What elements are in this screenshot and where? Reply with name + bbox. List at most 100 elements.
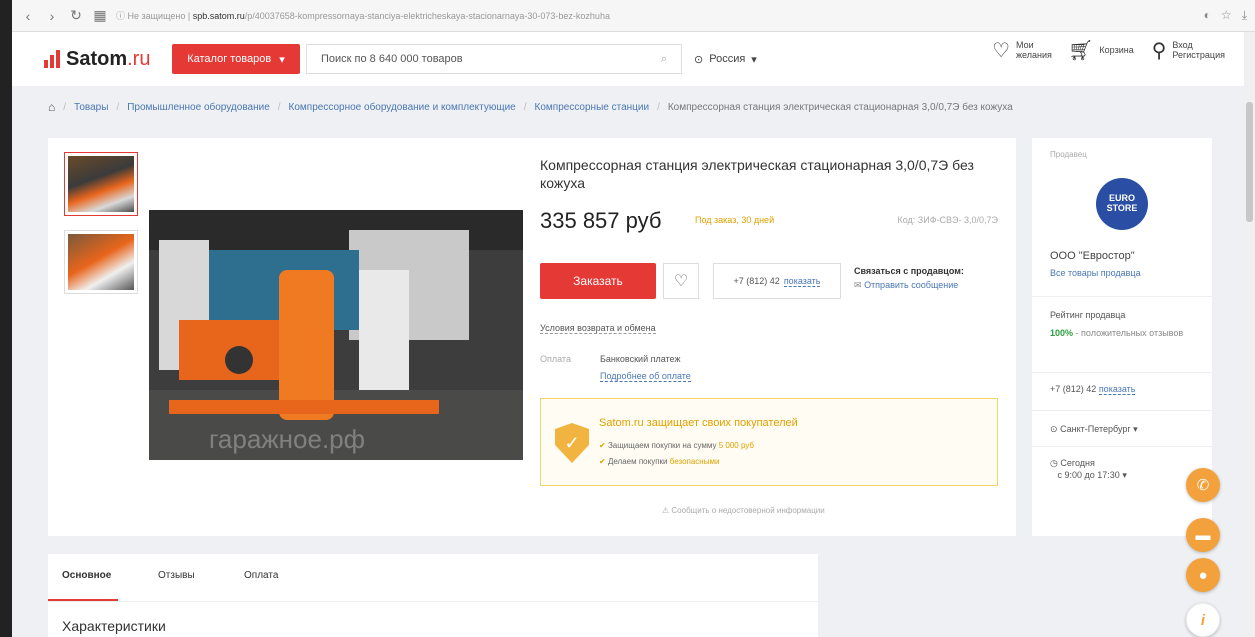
- rating-value[interactable]: 100% - положительных отзывов: [1050, 328, 1200, 340]
- divider: [1032, 446, 1212, 447]
- reload-icon[interactable]: ↻: [68, 7, 84, 24]
- location-pin-icon: ⊙: [1050, 424, 1058, 434]
- payment-method: Банковский платеж: [600, 354, 681, 364]
- scrollbar-thumb[interactable]: [1246, 102, 1253, 222]
- clock-icon: ◷: [1050, 458, 1058, 468]
- download-icon[interactable]: ⤓: [1242, 8, 1247, 23]
- info-button[interactable]: i: [1186, 603, 1220, 637]
- chat-icon: ▬: [1195, 526, 1211, 544]
- divider: [1032, 372, 1212, 373]
- contact-seller: Связаться с продавцом: ✉ Отправить сообщ…: [854, 264, 964, 293]
- seller-phone: +7 (812) 42 показать: [1050, 384, 1136, 395]
- message-button[interactable]: ●: [1186, 558, 1220, 592]
- home-icon[interactable]: ⌂: [48, 100, 55, 114]
- url-path: /p/40037658-kompressornaya-stanciya-elek…: [244, 10, 610, 21]
- window-edge: [0, 0, 12, 637]
- search-icon[interactable]: ⌕: [661, 53, 667, 66]
- check-icon: ✔: [599, 441, 606, 450]
- returns-link[interactable]: Условия возврата и обмена: [540, 323, 656, 334]
- back-icon[interactable]: ‹: [20, 8, 36, 24]
- catalog-label: Каталог товаров: [187, 53, 272, 65]
- buyer-protection-box: ✓ Satom.ru защищает своих покупателей ✔ …: [540, 398, 998, 486]
- breadcrumb-item[interactable]: Товары: [74, 102, 108, 113]
- compressor-photo: гаражное.рф: [149, 210, 523, 460]
- show-phone-link[interactable]: показать: [783, 276, 821, 287]
- check-icon: ✔: [599, 457, 606, 466]
- logo-suffix: .ru: [127, 47, 151, 70]
- site-header: Satom.ru Каталог товаров ▾ Поиск по 8 64…: [12, 32, 1255, 86]
- payment-label: Оплата: [540, 354, 571, 364]
- address-bar[interactable]: ⓘ Не защищено | spb.satom.ru /p/40037658…: [116, 7, 1196, 25]
- extension-icon[interactable]: ◐: [1204, 8, 1211, 23]
- call-button[interactable]: ✆: [1186, 468, 1220, 502]
- region-label: Россия: [709, 53, 746, 65]
- chat-button[interactable]: ▬: [1186, 518, 1220, 552]
- seller-logo[interactable]: EURO STORE: [1096, 178, 1148, 230]
- seller-name[interactable]: ООО "Евростор": [1050, 250, 1135, 262]
- heart-icon: ♡: [673, 273, 689, 290]
- report-link[interactable]: ⚠ Сообщить о недостоверной информации: [662, 506, 825, 515]
- speech-bubble-icon: ●: [1198, 566, 1208, 584]
- tab-main[interactable]: Основное: [62, 570, 111, 593]
- order-status: Под заказ, 30 дней: [695, 215, 775, 225]
- contact-heading: Связаться с продавцом:: [854, 266, 964, 276]
- apps-icon[interactable]: ▦: [92, 7, 108, 24]
- product-main-image[interactable]: гаражное.рф: [149, 210, 523, 460]
- add-to-favorites-button[interactable]: ♡: [663, 263, 699, 299]
- product-card: гаражное.рф Компрессорная станция электр…: [48, 138, 1016, 536]
- account-link[interactable]: ⚲ Вход Регистрация: [1152, 40, 1225, 62]
- protection-title: Satom.ru защищает своих покупателей: [599, 417, 798, 429]
- product-tabs: Основное Отзывы Оплата Характеристики: [48, 554, 818, 637]
- security-icon: ⓘ: [116, 11, 128, 21]
- payment-details-link[interactable]: Подробнее об оплате: [600, 371, 691, 382]
- shield-icon: ✓: [555, 423, 589, 463]
- wishlist-link[interactable]: ♡ Мои желания: [992, 40, 1052, 62]
- location-pin-icon: ⊙: [694, 53, 704, 66]
- divider: [1032, 410, 1212, 411]
- tab-reviews[interactable]: Отзывы: [158, 570, 195, 593]
- thumbnail-2[interactable]: [64, 230, 138, 294]
- product-sku: Код: ЗИФ-СВЭ- 3,0/0,7Э: [897, 215, 998, 225]
- seller-hours[interactable]: ◷ Сегодня с 9:00 до 17:30 ▾: [1050, 458, 1127, 481]
- svg-text:гаражное.рф: гаражное.рф: [209, 424, 365, 454]
- cart-label: Корзина: [1099, 45, 1134, 56]
- send-message-link[interactable]: Отправить сообщение: [864, 280, 958, 290]
- breadcrumb-item[interactable]: Промышленное оборудование: [127, 102, 270, 113]
- breadcrumb-item[interactable]: Компрессорное оборудование и комплектующ…: [289, 102, 516, 113]
- bookmark-icon[interactable]: ☆: [1221, 8, 1232, 23]
- heart-icon: ♡: [992, 40, 1011, 62]
- catalog-button[interactable]: Каталог товаров ▾: [172, 44, 300, 74]
- scrollbar[interactable]: [1244, 32, 1255, 637]
- breadcrumb: ⌂ / Товары / Промышленное оборудование /…: [48, 100, 1013, 114]
- thumbnail-1[interactable]: [64, 152, 138, 216]
- url-security-label: Не защищено: [127, 10, 186, 21]
- seller-label: Продавец: [1050, 150, 1087, 159]
- forward-icon[interactable]: ›: [44, 8, 60, 24]
- breadcrumb-item[interactable]: Компрессорные станции: [535, 102, 650, 113]
- cart-icon: 🛒︎: [1068, 40, 1094, 62]
- protection-line-1: ✔ Защищаем покупки на сумму 5 000 руб: [599, 441, 754, 450]
- wishlist-label: Мои желания: [1016, 40, 1052, 60]
- search-placeholder: Поиск по 8 640 000 товаров: [321, 53, 463, 65]
- site-logo[interactable]: Satom.ru: [44, 48, 172, 71]
- characteristics-heading: Характеристики: [62, 618, 166, 634]
- phone-prefix: +7 (812) 42: [733, 276, 780, 286]
- tab-payment[interactable]: Оплата: [244, 570, 278, 593]
- product-thumbnail-image: [68, 156, 134, 212]
- product-price: 335 857 руб: [540, 208, 662, 233]
- rating-label: Рейтинг продавца: [1050, 310, 1126, 320]
- phone-icon: ✆: [1196, 477, 1210, 494]
- cart-link[interactable]: 🛒︎ Корзина: [1068, 40, 1134, 62]
- protection-line-2: ✔ Делаем покупки безопасными: [599, 457, 720, 466]
- divider: [1032, 296, 1212, 297]
- info-icon: i: [1200, 611, 1206, 629]
- search-input[interactable]: Поиск по 8 640 000 товаров ⌕: [306, 44, 682, 74]
- region-selector[interactable]: ⊙ Россия ▾: [694, 53, 757, 66]
- show-phone-link[interactable]: показать: [1098, 384, 1136, 395]
- order-button[interactable]: Заказать: [540, 263, 656, 299]
- browser-toolbar: ‹ › ↻ ▦ ⓘ Не защищено | spb.satom.ru /p/…: [12, 0, 1255, 32]
- seller-all-products-link[interactable]: Все товары продавца: [1050, 268, 1141, 278]
- breadcrumb-current: Компрессорная станция электрическая стац…: [667, 101, 1013, 113]
- logo-text: Satom: [66, 47, 128, 70]
- seller-city[interactable]: ⊙ Санкт-Петербург ▾: [1050, 424, 1138, 435]
